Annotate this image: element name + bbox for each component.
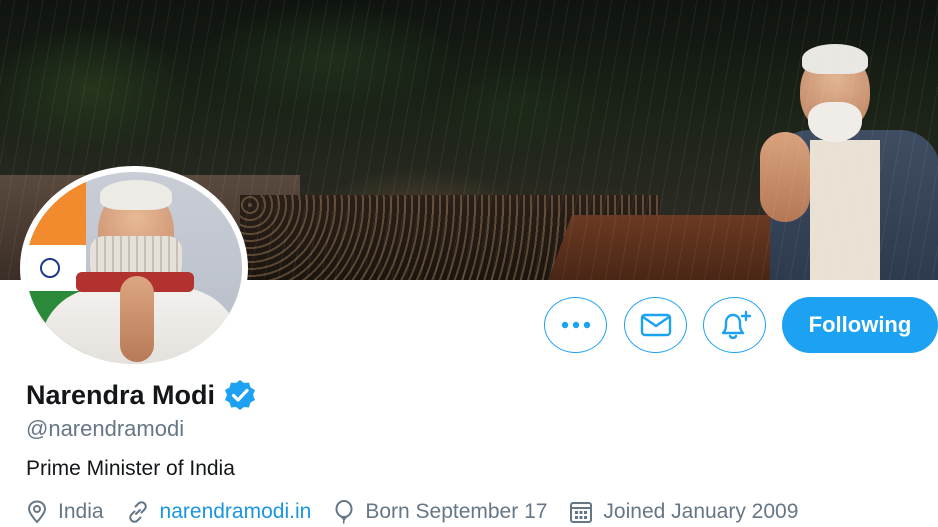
profile-bio: Prime Minister of India bbox=[26, 457, 235, 480]
profile-handle: @narendramodi bbox=[26, 416, 185, 441]
location-pin-icon bbox=[27, 500, 47, 524]
birthday-item: Born September 17 bbox=[333, 500, 547, 524]
birthday-text: Born September 17 bbox=[365, 500, 548, 523]
message-button[interactable] bbox=[624, 297, 687, 353]
profile-name-row: Narendra Modi bbox=[26, 378, 257, 412]
balloon-icon bbox=[335, 500, 353, 524]
verified-badge-icon bbox=[223, 378, 257, 412]
joined-text: Joined January 2009 bbox=[603, 500, 799, 523]
website-item[interactable]: narendramodi.in bbox=[126, 500, 312, 524]
link-icon bbox=[128, 501, 147, 523]
envelope-icon bbox=[640, 313, 671, 337]
more-button[interactable] bbox=[544, 297, 607, 353]
following-button[interactable]: Following bbox=[782, 297, 938, 353]
profile-meta: India narendramodi.in Born September 17 … bbox=[26, 500, 820, 524]
location-item: India bbox=[26, 500, 104, 524]
calendar-icon bbox=[570, 502, 593, 523]
profile-name: Narendra Modi bbox=[26, 379, 216, 410]
website-link[interactable]: narendramodi.in bbox=[160, 500, 312, 524]
location-text: India bbox=[58, 500, 104, 523]
bell-plus-icon bbox=[721, 310, 751, 340]
joined-item: Joined January 2009 bbox=[569, 500, 798, 524]
profile-avatar[interactable] bbox=[20, 166, 248, 370]
more-dots-icon bbox=[561, 321, 590, 329]
notifications-button[interactable] bbox=[703, 297, 766, 353]
